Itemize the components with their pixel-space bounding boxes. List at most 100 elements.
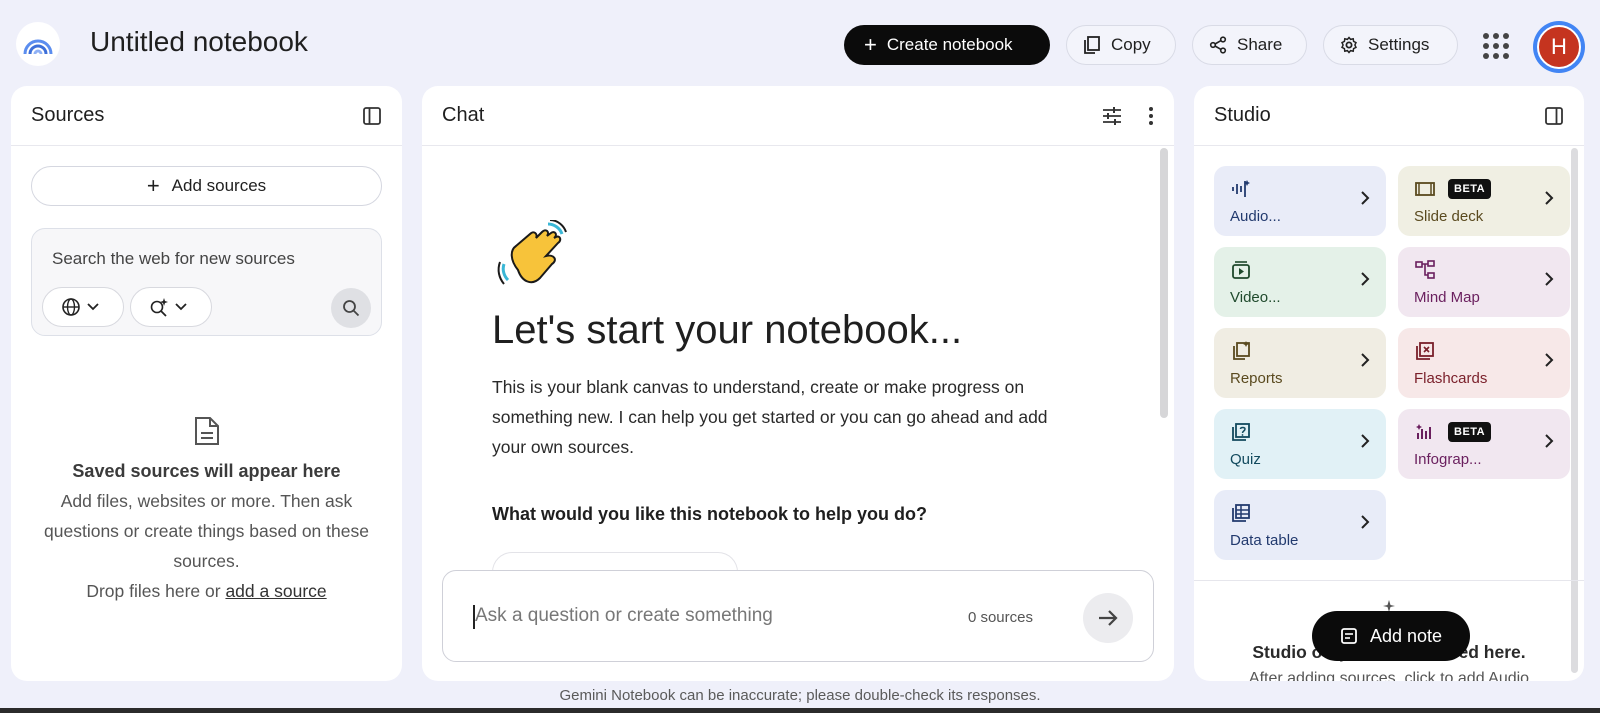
share-label: Share [1237, 35, 1283, 54]
add-note-button[interactable]: Add note [1312, 611, 1470, 661]
chat-header: Chat [422, 86, 1174, 146]
more-vert-icon[interactable] [1148, 106, 1154, 126]
chevron-right-icon [1360, 352, 1370, 373]
sources-empty-state: Saved sources will appear here Add files… [31, 416, 382, 606]
mindmap-icon [1415, 260, 1435, 279]
chevron-right-icon [1360, 514, 1370, 535]
waving-hand-icon [497, 220, 567, 285]
chevron-right-icon [1544, 190, 1554, 211]
chevron-right-icon [1544, 352, 1554, 373]
studio-card-flashcards[interactable]: Flashcards [1398, 328, 1570, 398]
studio-panel: Studio Audio... BETA Slide deck Video... Min… [1194, 86, 1584, 681]
studio-card-video[interactable]: Video... [1214, 247, 1386, 317]
chat-panel: Chat Let's start your notebook... This i… [422, 86, 1174, 681]
notebook-logo[interactable] [16, 22, 60, 66]
reports-icon [1233, 341, 1250, 360]
copy-icon [1084, 36, 1100, 54]
audio-icon [1232, 180, 1250, 197]
notebook-title[interactable]: Untitled notebook [90, 26, 308, 58]
sources-header: Sources [11, 86, 402, 146]
gear-icon [1341, 36, 1357, 54]
note-icon [1341, 628, 1357, 644]
settings-button[interactable]: Settings [1323, 25, 1458, 65]
web-source-dropdown[interactable] [42, 287, 124, 327]
chevron-right-icon [1360, 190, 1370, 211]
card-label: Video... [1230, 289, 1281, 306]
chat-intro: This is your blank canvas to understand,… [492, 377, 1048, 457]
globe-icon [62, 298, 80, 316]
chevron-right-icon [1544, 433, 1554, 454]
card-icon-row [1230, 178, 1370, 200]
add-source-link[interactable]: add a source [225, 581, 326, 601]
settings-label: Settings [1368, 35, 1430, 54]
share-icon [1209, 36, 1227, 54]
card-icon-row [1414, 259, 1554, 281]
card-icon-row [1230, 502, 1370, 524]
card-label: Reports [1230, 370, 1283, 387]
web-search-input[interactable]: Search the web for new sources [52, 249, 295, 269]
card-label: Data table [1230, 532, 1299, 549]
studio-card-infographic[interactable]: BETA Infograp... [1398, 409, 1570, 479]
card-icon-row: BETA [1414, 178, 1554, 200]
apps-grid-icon[interactable] [1483, 33, 1509, 59]
search-icon [343, 300, 360, 317]
studio-card-mindmap[interactable]: Mind Map [1398, 247, 1570, 317]
studio-header: Studio [1194, 86, 1584, 146]
studio-card-table[interactable]: Data table [1214, 490, 1386, 560]
card-label: Infograp... [1414, 451, 1482, 468]
add-sources-label: Add sources [171, 176, 267, 195]
add-note-label: Add note [1369, 625, 1443, 646]
studio-card-audio[interactable]: Audio... [1214, 166, 1386, 236]
source-count: 0 sources [967, 609, 1033, 626]
card-label: Flashcards [1414, 370, 1488, 387]
card-icon-row [1230, 421, 1370, 443]
create-notebook-label: Create notebook [886, 35, 1013, 54]
search-button[interactable] [331, 288, 371, 328]
studio-title: Studio [1214, 104, 1271, 126]
card-icon-row [1230, 340, 1370, 362]
studio-card-reports[interactable]: Reports [1214, 328, 1386, 398]
drop-hint: Drop files here or add a source [31, 576, 382, 606]
tune-icon[interactable] [1102, 106, 1122, 126]
chevron-right-icon [1544, 271, 1554, 292]
slide-icon [1415, 182, 1435, 196]
studio-card-quiz[interactable]: Quiz [1214, 409, 1386, 479]
create-notebook-button[interactable]: + Create notebook [844, 25, 1050, 65]
chat-input[interactable]: Ask a question or create something 0 sou… [442, 570, 1154, 662]
chevron-right-icon [1360, 271, 1370, 292]
avatar-letter: H [1537, 25, 1581, 69]
research-mode-dropdown[interactable] [130, 287, 212, 327]
studio-scrollbar[interactable] [1571, 148, 1578, 673]
add-sources-button[interactable]: + Add sources [31, 166, 382, 206]
collapse-panel-icon[interactable] [362, 106, 382, 126]
plus-icon: + [146, 173, 160, 198]
flashcards-icon [1416, 342, 1434, 360]
chat-heading: Let's start your notebook... [492, 308, 963, 352]
chat-question: What would you like this notebook to hel… [492, 504, 927, 524]
web-search-box: Search the web for new sources [31, 228, 382, 336]
notebook-logo-icon [23, 39, 53, 55]
card-label: Audio... [1230, 208, 1281, 225]
studio-empty-sub: After adding sources, click to add Audio [1248, 670, 1530, 681]
disclaimer: Gemini Notebook can be inaccurate; pleas… [559, 687, 1041, 704]
card-label: Slide deck [1414, 208, 1484, 225]
chat-scrollbar[interactable] [1160, 148, 1168, 418]
share-button[interactable]: Share [1192, 25, 1307, 65]
studio-card-slide[interactable]: BETA Slide deck [1398, 166, 1570, 236]
document-icon [194, 417, 219, 445]
copy-button[interactable]: Copy [1066, 25, 1176, 65]
chevron-down-icon [175, 303, 187, 311]
sparkle-search-icon [150, 298, 168, 317]
card-label: Quiz [1230, 451, 1261, 468]
taskbar-strip [0, 708, 1600, 713]
chevron-down-icon [87, 303, 99, 311]
card-icon-row [1414, 340, 1554, 362]
collapse-panel-icon[interactable] [1544, 106, 1564, 126]
card-icon-row: BETA [1414, 421, 1554, 443]
avatar[interactable]: H [1533, 21, 1585, 73]
card-icon-row [1230, 259, 1370, 281]
infographic-icon [1416, 424, 1431, 439]
send-button[interactable] [1083, 593, 1133, 643]
quiz-icon [1232, 423, 1250, 441]
beta-badge: BETA [1448, 422, 1492, 442]
